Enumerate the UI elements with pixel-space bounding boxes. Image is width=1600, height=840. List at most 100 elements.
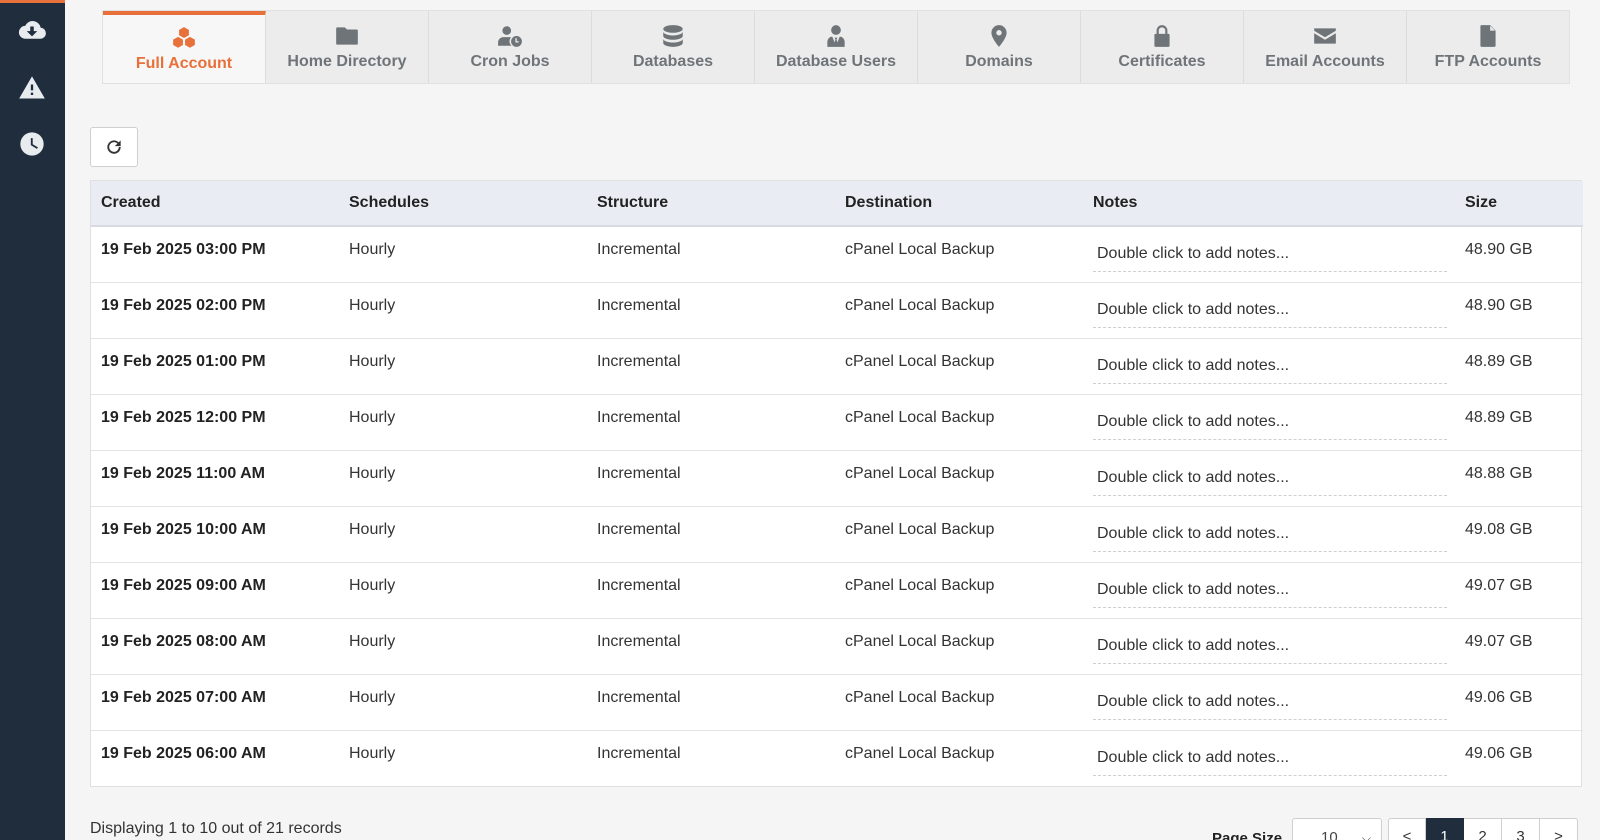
chevron-down-icon: ⌵ (1361, 831, 1371, 840)
notes-field[interactable]: Double click to add notes... (1093, 525, 1447, 552)
table-row[interactable]: 19 Feb 2025 02:00 PM Hourly Incremental … (91, 282, 1583, 339)
tab-label: Home Directory (287, 53, 407, 70)
backups-table: Created Schedules Structure Destination … (90, 180, 1583, 787)
tab-certificates[interactable]: Certificates (1081, 11, 1244, 83)
user-tie-icon (827, 25, 845, 47)
tab-label: Domains (965, 53, 1033, 70)
page-button-1[interactable]: 1 (1426, 818, 1464, 840)
tab-label: Database Users (775, 53, 897, 70)
page-size-select[interactable]: 10 ⌵ (1292, 818, 1382, 840)
notes-field[interactable]: Double click to add notes... (1093, 581, 1447, 608)
notes-field[interactable]: Double click to add notes... (1093, 637, 1447, 664)
cell-structure: Incremental (587, 282, 835, 339)
table-row[interactable]: 19 Feb 2025 09:00 AM Hourly Incremental … (91, 562, 1583, 619)
cell-notes: Double click to add notes... (1083, 282, 1455, 339)
cell-destination: cPanel Local Backup (835, 338, 1083, 395)
sidebar-item-history[interactable] (10, 124, 54, 164)
column-header-created[interactable]: Created (91, 181, 339, 227)
column-header-size[interactable]: Size (1455, 181, 1583, 227)
pagination: < 1 2 3 > (1388, 818, 1578, 840)
sidebar (0, 0, 65, 840)
tab-ftp-accounts[interactable]: FTP Accounts (1407, 11, 1569, 83)
cell-schedule: Hourly (339, 226, 587, 283)
file-icon (1480, 25, 1496, 47)
tab-database-users[interactable]: Database Users (755, 11, 918, 83)
tab-databases[interactable]: Databases (592, 11, 755, 83)
notes-field[interactable]: Double click to add notes... (1093, 413, 1447, 440)
table-row[interactable]: 19 Feb 2025 07:00 AM Hourly Incremental … (91, 674, 1583, 731)
cell-created: 19 Feb 2025 11:00 AM (91, 450, 339, 507)
column-header-destination[interactable]: Destination (835, 181, 1083, 227)
tab-label: FTP Accounts (1434, 53, 1542, 70)
tab-label: Email Accounts (1265, 53, 1385, 70)
table-row[interactable]: 19 Feb 2025 11:00 AM Hourly Incremental … (91, 450, 1583, 507)
notes-field[interactable]: Double click to add notes... (1093, 301, 1447, 328)
cell-schedule: Hourly (339, 394, 587, 451)
table-row[interactable]: 19 Feb 2025 03:00 PM Hourly Incremental … (91, 226, 1583, 283)
cell-size: 49.07 GB (1455, 562, 1583, 619)
tab-full-account[interactable]: Full Account (103, 11, 266, 83)
envelope-icon (1314, 28, 1336, 44)
refresh-icon (107, 140, 121, 154)
notes-field[interactable]: Double click to add notes... (1093, 693, 1447, 720)
warning-icon (19, 76, 45, 99)
cell-size: 48.89 GB (1455, 338, 1583, 395)
cell-created: 19 Feb 2025 07:00 AM (91, 674, 339, 731)
column-header-schedules[interactable]: Schedules (339, 181, 587, 227)
cell-schedule: Hourly (339, 618, 587, 675)
cell-created: 19 Feb 2025 02:00 PM (91, 282, 339, 339)
prev-page-button[interactable]: < (1388, 818, 1426, 840)
column-header-notes[interactable]: Notes (1083, 181, 1455, 227)
cell-notes: Double click to add notes... (1083, 450, 1455, 507)
cell-destination: cPanel Local Backup (835, 394, 1083, 451)
cell-created: 19 Feb 2025 01:00 PM (91, 338, 339, 395)
cell-structure: Incremental (587, 338, 835, 395)
map-marker-icon (991, 25, 1007, 47)
notes-field[interactable]: Double click to add notes... (1093, 357, 1447, 384)
table-row[interactable]: 19 Feb 2025 06:00 AM Hourly Incremental … (91, 730, 1583, 786)
cell-created: 19 Feb 2025 10:00 AM (91, 506, 339, 563)
table-row[interactable]: 19 Feb 2025 10:00 AM Hourly Incremental … (91, 506, 1583, 563)
tab-domains[interactable]: Domains (918, 11, 1081, 83)
table-row[interactable]: 19 Feb 2025 01:00 PM Hourly Incremental … (91, 338, 1583, 395)
cell-structure: Incremental (597, 744, 681, 762)
notes-field[interactable]: Double click to add notes... (1093, 469, 1447, 496)
cell-destination: cPanel Local Backup (835, 674, 1083, 731)
page-button-3[interactable]: 3 (1502, 818, 1540, 840)
page-size-value: 10 (1321, 829, 1338, 840)
cell-size: 49.08 GB (1455, 506, 1583, 563)
notes-field[interactable]: Double click to add notes... (1093, 245, 1447, 272)
tab-cron-jobs[interactable]: Cron Jobs (429, 11, 592, 83)
cell-schedule: Hourly (339, 338, 587, 395)
sidebar-item-backups[interactable] (10, 10, 54, 50)
cell-size: 49.06 GB (1455, 674, 1583, 731)
cell-created: 19 Feb 2025 09:00 AM (91, 562, 339, 619)
table-row[interactable]: 19 Feb 2025 08:00 AM Hourly Incremental … (91, 618, 1583, 675)
cell-destination: cPanel Local Backup (835, 618, 1083, 675)
database-icon (663, 25, 683, 47)
cell-created: 19 Feb 2025 06:00 AM (101, 744, 266, 762)
sidebar-item-alerts[interactable] (10, 68, 54, 108)
cell-schedule: Hourly (339, 562, 587, 619)
page-button-2[interactable]: 2 (1464, 818, 1502, 840)
cell-schedule: Hourly (339, 450, 587, 507)
cell-size: 48.90 GB (1455, 226, 1583, 283)
column-header-structure[interactable]: Structure (587, 181, 835, 227)
cell-size: 48.88 GB (1455, 450, 1583, 507)
tab-label: Cron Jobs (470, 53, 550, 70)
cell-destination: cPanel Local Backup (835, 226, 1083, 283)
cell-destination: cPanel Local Backup (835, 450, 1083, 507)
refresh-button[interactable] (90, 127, 138, 167)
cell-schedule: Hourly (349, 744, 396, 762)
cell-schedule: Hourly (339, 282, 587, 339)
cell-notes: Double click to add notes... (1083, 506, 1455, 563)
cell-size: 49.07 GB (1455, 618, 1583, 675)
tab-email-accounts[interactable]: Email Accounts (1244, 11, 1407, 83)
cell-structure: Incremental (587, 506, 835, 563)
cell-created: 19 Feb 2025 08:00 AM (91, 618, 339, 675)
tab-home-directory[interactable]: Home Directory (266, 11, 429, 83)
next-page-button[interactable]: > (1540, 818, 1578, 840)
table-row[interactable]: 19 Feb 2025 12:00 PM Hourly Incremental … (91, 394, 1583, 451)
notes-field[interactable]: Double click to add notes... (1093, 749, 1447, 776)
cell-notes: Double click to add notes... (1083, 338, 1455, 395)
